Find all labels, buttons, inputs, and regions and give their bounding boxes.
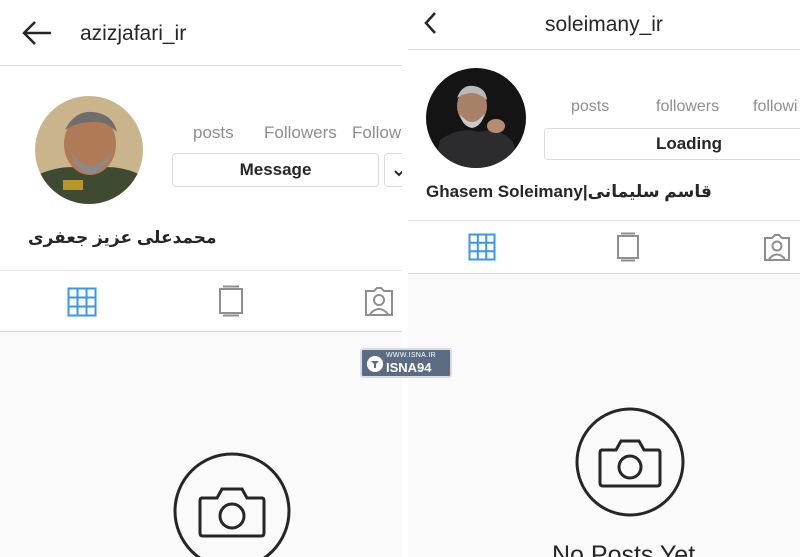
igtv-icon[interactable] [616, 232, 640, 267]
loading-button-label: Loading [655, 134, 723, 153]
username-title: soleimany_ir [545, 13, 663, 36]
tagged-icon[interactable] [762, 233, 792, 268]
following-stat-label[interactable]: Follow [352, 123, 401, 143]
igtv-icon[interactable] [218, 285, 244, 322]
right-profile-header: posts followers followi Loading Ghasem S… [408, 50, 800, 220]
avatar[interactable] [35, 96, 143, 204]
left-profile-panel: azizjafari_ir posts Followers Follow Mes… [0, 0, 402, 557]
followers-stat-label[interactable]: followers [656, 98, 719, 116]
dropdown-icon [393, 164, 402, 184]
no-posts-label: No Posts Yet [552, 541, 696, 557]
loading-button[interactable]: Loading [544, 128, 800, 160]
left-top-bar: azizjafari_ir [0, 0, 402, 66]
posts-stat-label: posts [193, 123, 234, 142]
right-profile-panel: soleimany_ir posts followers followi Loa… [408, 0, 800, 557]
message-button-label: Message [239, 160, 312, 179]
avatar[interactable] [426, 68, 526, 168]
message-button[interactable]: Message [172, 153, 379, 187]
right-top-bar: soleimany_ir [408, 0, 800, 50]
username-title: azizjafari_ir [80, 22, 187, 45]
posts-area [0, 332, 402, 557]
watermark-brand: ISNA94 [386, 360, 432, 375]
following-stat-label[interactable]: followi [753, 98, 797, 116]
isna-watermark: WWW.ISNA.IR ISNA94 [360, 348, 452, 378]
profile-tabs [408, 220, 800, 274]
display-name: محمدعلی عزیز جعفری [28, 228, 217, 247]
camera-icon [172, 451, 292, 557]
profile-tabs [0, 270, 402, 332]
left-profile-header: posts Followers Follow Message محمدعلی ع… [0, 66, 402, 270]
tagged-icon[interactable] [363, 286, 395, 323]
more-options-button[interactable] [384, 153, 402, 187]
camera-icon [574, 406, 686, 523]
followers-stat-label[interactable]: Followers [264, 123, 337, 143]
grid-icon[interactable] [468, 233, 496, 266]
grid-icon[interactable] [67, 287, 97, 322]
posts-area: No Posts Yet [408, 274, 800, 557]
watermark-url: WWW.ISNA.IR [386, 352, 436, 359]
back-arrow-icon[interactable] [20, 18, 54, 53]
posts-stat-label: posts [571, 98, 610, 115]
isna-logo-icon [367, 356, 383, 372]
display-name: Ghasem Soleimany|قاسم سلیمانی [426, 182, 712, 201]
